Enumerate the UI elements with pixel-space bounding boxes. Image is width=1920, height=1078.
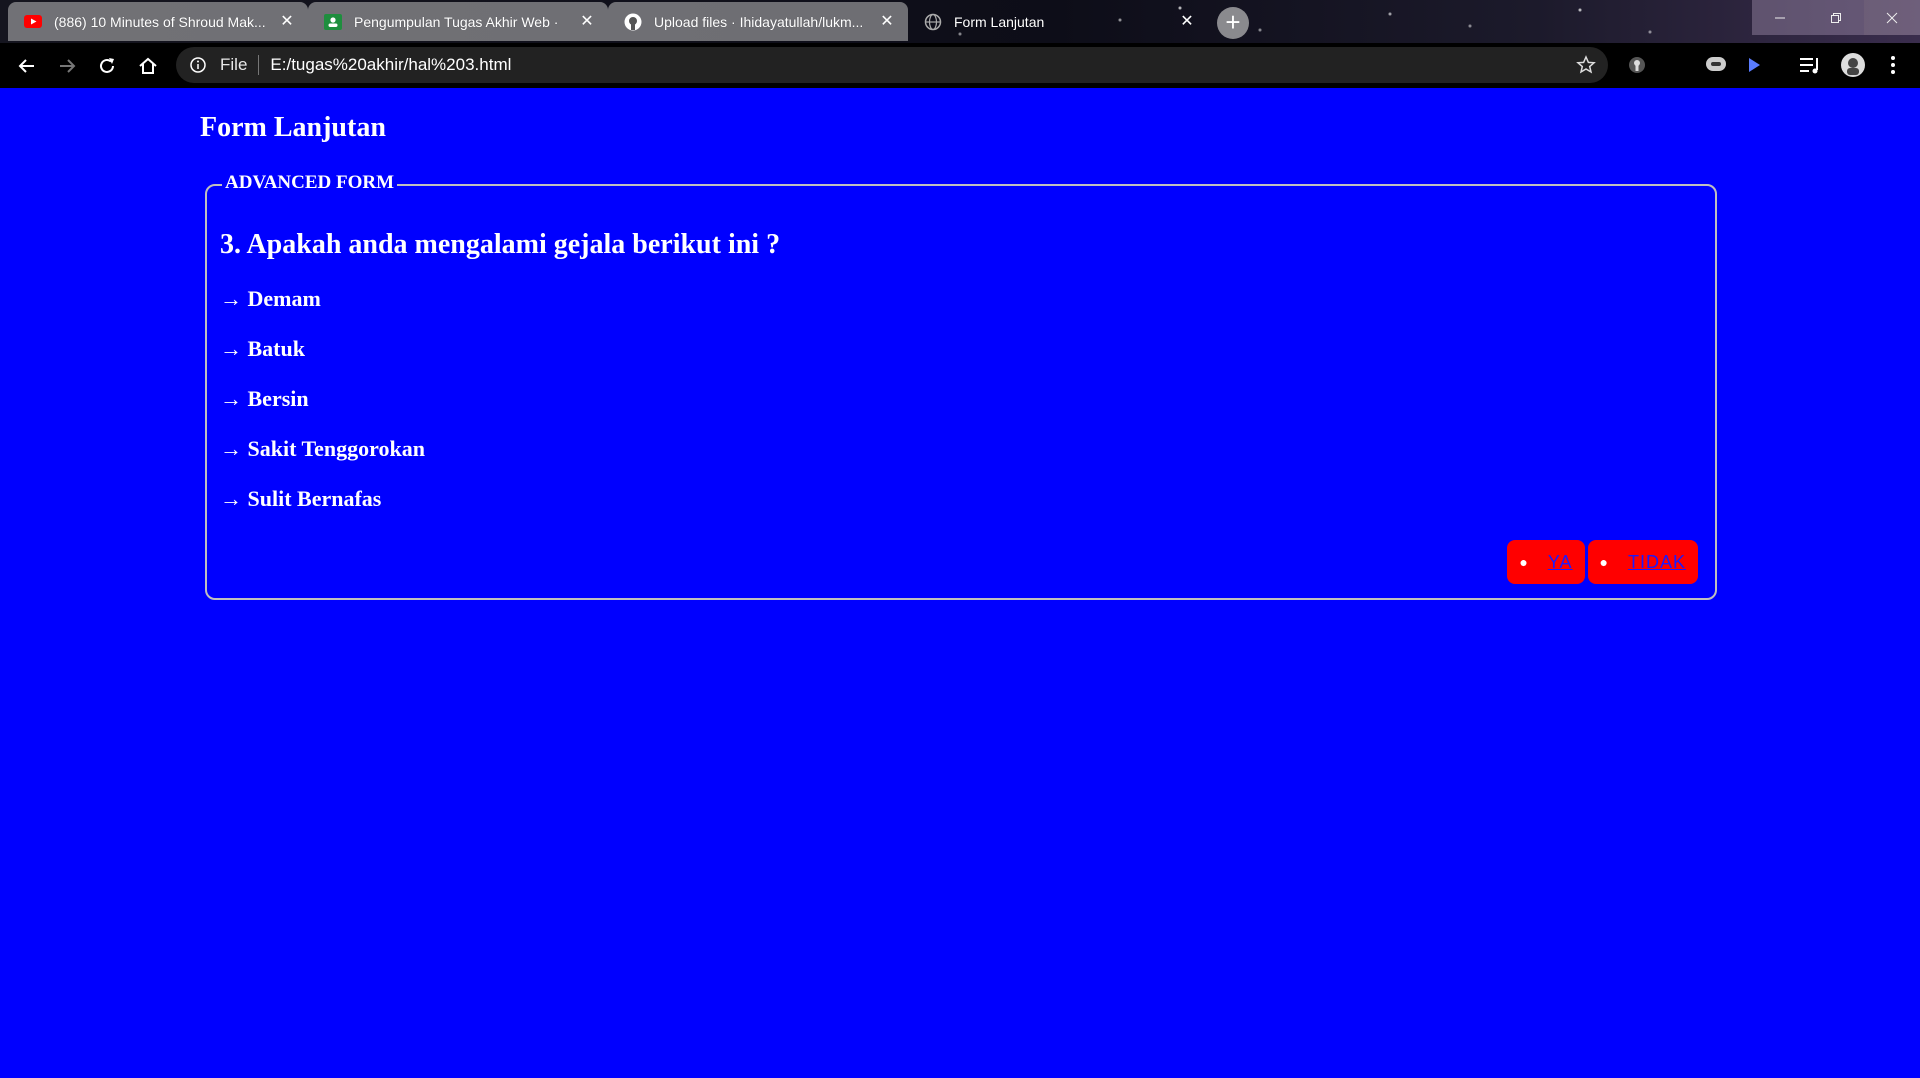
reload-button[interactable]	[92, 51, 122, 81]
globe-icon	[924, 13, 942, 31]
arrow-right-icon	[60, 59, 76, 73]
new-tab-button[interactable]: +	[1217, 7, 1249, 39]
browser-tab-classroom[interactable]: Pengumpulan Tugas Akhir Web · ✕	[308, 2, 608, 41]
close-icon[interactable]: ✕	[578, 13, 596, 31]
window-controls	[1752, 0, 1920, 35]
address-divider	[258, 55, 260, 75]
avatar[interactable]	[1840, 52, 1866, 78]
back-button[interactable]	[12, 51, 42, 81]
list-item: → Batuk	[220, 336, 305, 361]
playlist-icon[interactable]	[1797, 52, 1823, 78]
yes-button[interactable]: ● YA	[1507, 540, 1585, 584]
browser-tab-active[interactable]: Form Lanjutan ✕	[908, 2, 1208, 41]
home-icon	[139, 57, 157, 74]
url-text[interactable]: E:/tugas%20akhir/hal%203.html	[270, 55, 511, 75]
tab-title: Form Lanjutan	[954, 13, 1045, 30]
minimize-button[interactable]	[1752, 0, 1808, 35]
extension-lock-icon[interactable]	[1624, 52, 1650, 78]
yes-link[interactable]: YA	[1548, 552, 1573, 573]
youtube-icon	[24, 13, 42, 31]
browser-tab-strip: (886) 10 Minutes of Shroud Mak... ✕ Peng…	[0, 0, 1920, 43]
list-item: → Sulit Bernafas	[220, 486, 382, 511]
close-window-button[interactable]	[1864, 0, 1920, 35]
home-button[interactable]	[133, 51, 163, 81]
no-button[interactable]: ● TIDAK	[1587, 540, 1698, 584]
address-bar[interactable]: File E:/tugas%20akhir/hal%203.html	[176, 47, 1608, 83]
form-legend: ADVANCED FORM	[222, 172, 398, 194]
extension-play-icon[interactable]	[1741, 52, 1767, 78]
restore-icon	[1831, 12, 1841, 23]
tab-title: Upload files · Ihidayatullah/lukm...	[654, 13, 864, 30]
close-icon	[1886, 12, 1898, 23]
browser-toolbar: File E:/tugas%20akhir/hal%203.html	[0, 43, 1920, 88]
menu-icon[interactable]	[1880, 52, 1906, 78]
star-icon[interactable]	[1576, 55, 1596, 75]
close-icon[interactable]: ✕	[278, 13, 296, 31]
question-heading: 3. Apakah anda mengalami gejala berikut …	[220, 229, 781, 260]
browser-tab-youtube[interactable]: (886) 10 Minutes of Shroud Mak... ✕	[8, 2, 308, 41]
close-icon[interactable]: ✕	[1178, 13, 1196, 31]
bullet-icon: ●	[1519, 554, 1528, 570]
list-item: → Demam	[220, 286, 321, 311]
answer-buttons: ● YA ● TIDAK	[1507, 540, 1698, 584]
tab-title: (886) 10 Minutes of Shroud Mak...	[54, 13, 266, 30]
symptom-list: → Demam → Batuk → Bersin → Sakit Tenggor…	[220, 287, 425, 537]
no-link[interactable]: TIDAK	[1628, 552, 1686, 573]
bullet-icon: ●	[1599, 554, 1608, 570]
github-icon	[624, 13, 642, 31]
list-item: → Bersin	[220, 386, 309, 411]
extension-chat-icon[interactable]	[1703, 52, 1729, 78]
tab-title: Pengumpulan Tugas Akhir Web ·	[354, 13, 559, 30]
advanced-form-fieldset: ADVANCED FORM 3. Apakah anda mengalami g…	[205, 172, 1717, 600]
minimize-icon	[1775, 17, 1785, 18]
restore-button[interactable]	[1808, 0, 1864, 35]
browser-tab-github[interactable]: Upload files · Ihidayatullah/lukm... ✕	[608, 2, 908, 41]
reload-icon	[100, 58, 114, 73]
close-icon[interactable]: ✕	[878, 13, 896, 31]
arrow-left-icon	[18, 59, 34, 73]
google-classroom-icon	[324, 13, 342, 31]
page-title: Form Lanjutan	[200, 112, 386, 143]
url-scheme: File	[220, 55, 248, 74]
info-icon[interactable]	[188, 55, 208, 75]
forward-button[interactable]	[52, 51, 82, 81]
list-item: → Sakit Tenggorokan	[220, 436, 426, 461]
